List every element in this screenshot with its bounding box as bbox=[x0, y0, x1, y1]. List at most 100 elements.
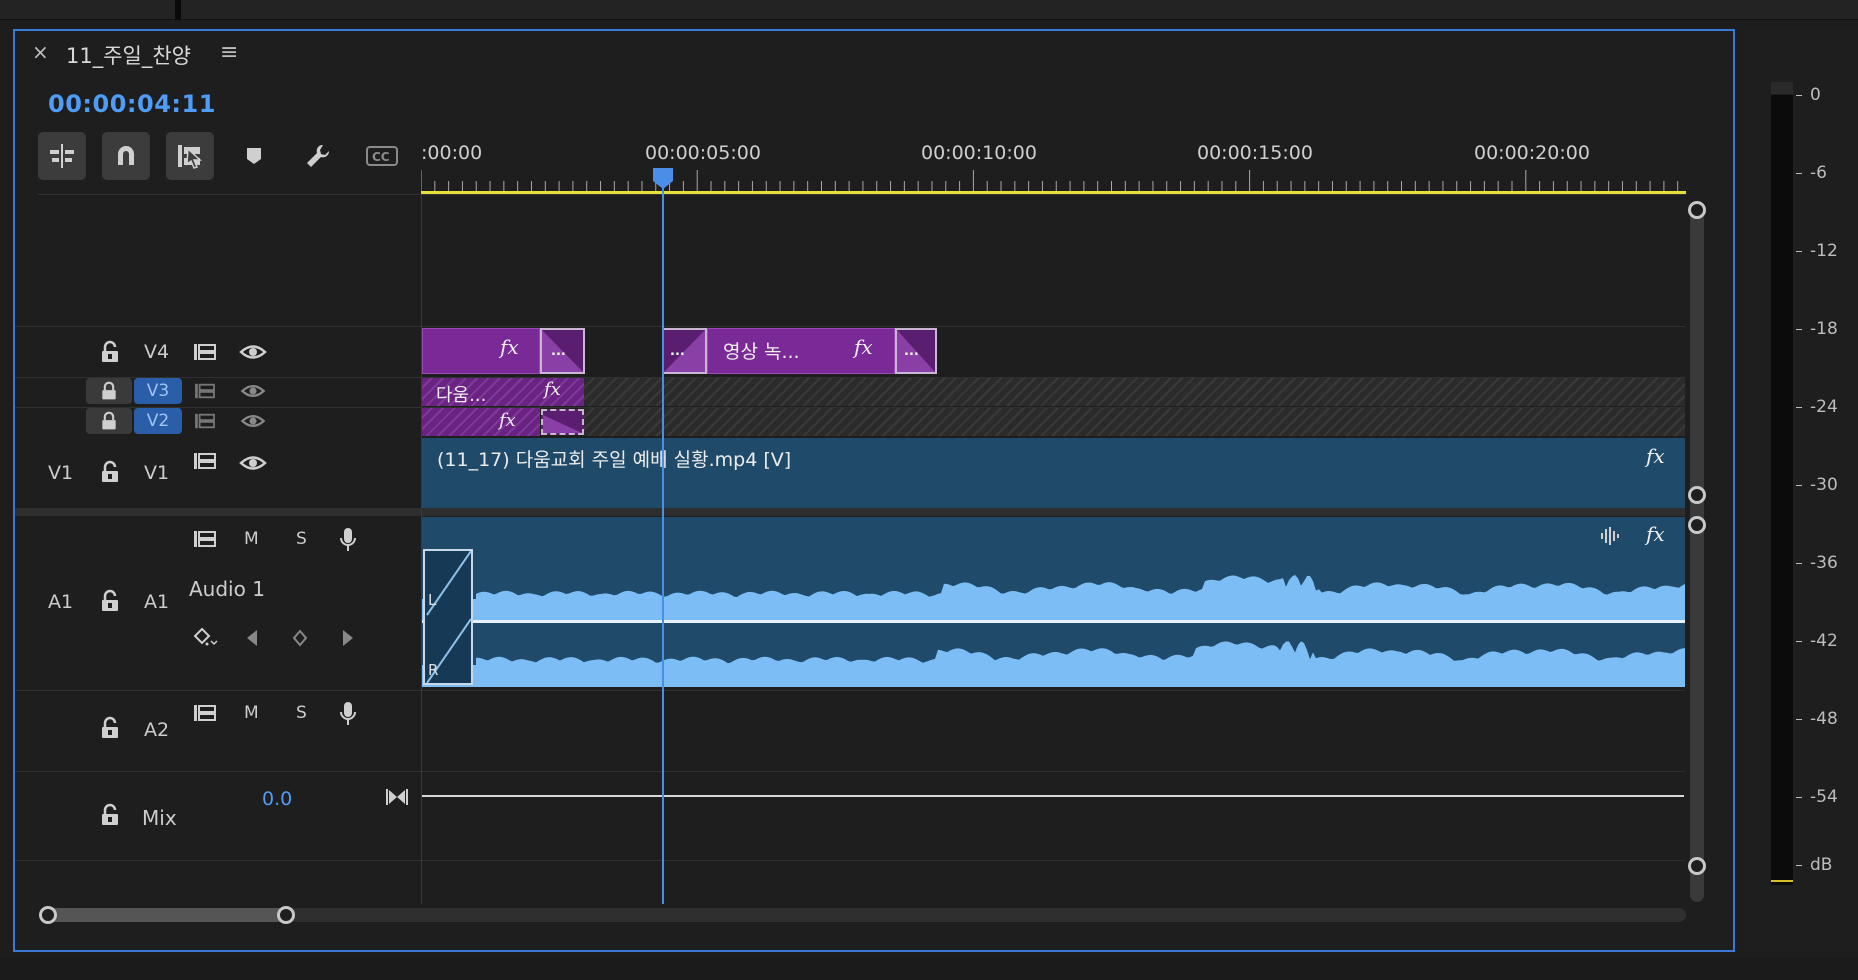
solo-button[interactable]: S bbox=[296, 529, 307, 549]
audio-scroll-top-handle[interactable] bbox=[1688, 516, 1706, 534]
ruler-label-0: :00:00 bbox=[421, 142, 483, 164]
track-a1-label[interactable]: A1 bbox=[144, 591, 169, 613]
track-v3-lock-toggle[interactable] bbox=[86, 378, 132, 404]
horizontal-scroll-thumb[interactable] bbox=[48, 908, 288, 922]
meter-scale-tick bbox=[1796, 563, 1802, 564]
lock-icon[interactable] bbox=[98, 588, 122, 614]
track-v1-label[interactable]: V1 bbox=[144, 462, 169, 484]
svg-text:CC: CC bbox=[372, 150, 390, 164]
meter-peak-indicator[interactable] bbox=[1771, 82, 1793, 94]
meter-scale-tick bbox=[1796, 719, 1802, 720]
waveform-channel-L bbox=[476, 574, 1685, 603]
captions-button[interactable]: CC bbox=[358, 132, 406, 180]
next-keyframe-icon[interactable] bbox=[338, 627, 358, 649]
lock-icon[interactable] bbox=[98, 715, 122, 741]
v3-clip[interactable]: 다움... fx bbox=[422, 378, 584, 406]
prev-keyframe-icon[interactable] bbox=[242, 627, 262, 649]
v2-clip[interactable]: fx bbox=[422, 408, 540, 436]
insert-nest-icon bbox=[50, 144, 74, 168]
track-v4-label: V4 bbox=[144, 341, 170, 363]
left-channel-label: L bbox=[428, 591, 437, 609]
ruler-label-10s: 00:00:10:00 bbox=[921, 142, 1037, 164]
keyframe-options-icon[interactable] bbox=[192, 625, 220, 649]
track-a1-name[interactable]: Audio 1 bbox=[189, 577, 265, 601]
close-icon[interactable]: × bbox=[32, 40, 49, 64]
audio-scroll-bottom-handle[interactable] bbox=[1688, 857, 1706, 875]
v4-transition-1[interactable]: ... bbox=[540, 328, 585, 374]
timeline-settings-button[interactable] bbox=[294, 132, 342, 180]
zoom-right-handle[interactable] bbox=[277, 906, 295, 924]
playhead-timecode[interactable]: 00:00:04:11 bbox=[48, 90, 216, 118]
meter-unit-label: dB bbox=[1810, 855, 1833, 875]
meter-scale-tick bbox=[1796, 865, 1802, 866]
audio-meter-bar bbox=[1771, 95, 1793, 885]
vertical-scrollbar[interactable] bbox=[1690, 212, 1704, 902]
track-a2-label[interactable]: A2 bbox=[144, 719, 169, 741]
sequence-tab-title[interactable]: 11_주일_찬양 bbox=[66, 40, 191, 70]
v4-transition-3[interactable]: ... bbox=[895, 328, 937, 374]
sync-lock-icon[interactable] bbox=[192, 380, 218, 402]
microphone-icon[interactable] bbox=[336, 525, 360, 555]
panel-menu-icon[interactable]: ≡ bbox=[220, 40, 238, 65]
meter-scale-tick bbox=[1796, 329, 1802, 330]
ruler-label-20s: 00:00:20:00 bbox=[1474, 142, 1590, 164]
video-scroll-top-handle[interactable] bbox=[1688, 201, 1706, 219]
v4-clip-1[interactable]: fx bbox=[422, 328, 540, 374]
lock-icon bbox=[102, 381, 116, 400]
mix-volume-value[interactable]: 0.0 bbox=[262, 788, 292, 810]
sync-lock-icon[interactable] bbox=[192, 410, 218, 432]
eye-icon[interactable] bbox=[238, 411, 268, 431]
mix-volume-line[interactable] bbox=[422, 795, 1684, 797]
linked-selection-icon bbox=[178, 145, 202, 169]
go-to-out-icon[interactable] bbox=[384, 785, 410, 809]
row-separator bbox=[15, 690, 1685, 691]
source-patch-v1[interactable]: V1 bbox=[48, 462, 73, 484]
sync-lock-icon[interactable] bbox=[192, 701, 218, 725]
audio-meter-panel bbox=[1742, 29, 1858, 952]
v3-disabled-area bbox=[584, 378, 1685, 406]
v4-transition-2[interactable]: ... bbox=[662, 328, 707, 374]
lock-icon[interactable] bbox=[98, 459, 122, 485]
fx-badge: fx bbox=[1646, 444, 1665, 468]
eye-icon[interactable] bbox=[238, 451, 268, 475]
add-keyframe-icon[interactable] bbox=[290, 627, 310, 649]
meter-scale-tick bbox=[1796, 407, 1802, 408]
microphone-icon[interactable] bbox=[336, 699, 360, 729]
video-scroll-bottom-handle[interactable] bbox=[1688, 486, 1706, 504]
eye-icon[interactable] bbox=[238, 340, 268, 364]
linked-selection-button[interactable] bbox=[166, 132, 214, 180]
v1-clip[interactable]: (11_17) 다움교회 주일 예배 실황.mp4 [V] fx bbox=[422, 438, 1685, 508]
sync-lock-icon[interactable] bbox=[192, 527, 218, 551]
playhead-line[interactable] bbox=[662, 186, 664, 904]
source-patch-a1[interactable]: A1 bbox=[48, 591, 73, 613]
closed-captions-icon: CC bbox=[366, 146, 398, 166]
solo-button[interactable]: S bbox=[296, 703, 307, 723]
mute-button[interactable]: M bbox=[244, 529, 259, 549]
transition-triangle bbox=[543, 415, 582, 433]
eye-icon[interactable] bbox=[238, 381, 268, 401]
a1-transition[interactable]: L R bbox=[423, 549, 473, 685]
lock-icon[interactable] bbox=[98, 339, 122, 365]
meter-scale-label: 0 bbox=[1810, 85, 1821, 105]
meter-scale-label: -6 bbox=[1810, 163, 1827, 183]
sync-lock-icon[interactable] bbox=[192, 340, 218, 364]
snap-button[interactable] bbox=[102, 132, 150, 180]
track-v2-lock-toggle[interactable] bbox=[86, 408, 132, 434]
insert-nest-toggle-button[interactable] bbox=[38, 132, 86, 180]
meter-scale-tick bbox=[1796, 251, 1802, 252]
zoom-left-handle[interactable] bbox=[39, 906, 57, 924]
time-ruler[interactable] bbox=[421, 166, 1686, 194]
add-marker-button[interactable] bbox=[230, 132, 278, 180]
ruler-separator bbox=[38, 194, 1686, 195]
mute-button[interactable]: M bbox=[244, 703, 259, 723]
magnet-icon bbox=[118, 146, 134, 165]
track-v3-target[interactable]: V3 bbox=[134, 378, 182, 404]
meter-scale-tick bbox=[1796, 641, 1802, 642]
row-separator bbox=[15, 326, 1685, 327]
track-v2-target[interactable]: V2 bbox=[134, 408, 182, 434]
v4-clip-2[interactable]: 영상 녹... fx bbox=[707, 328, 895, 374]
sync-lock-icon[interactable] bbox=[192, 449, 218, 473]
video-audio-divider[interactable] bbox=[15, 508, 1685, 516]
v2-transition[interactable] bbox=[541, 409, 584, 435]
lock-icon[interactable] bbox=[98, 802, 122, 828]
